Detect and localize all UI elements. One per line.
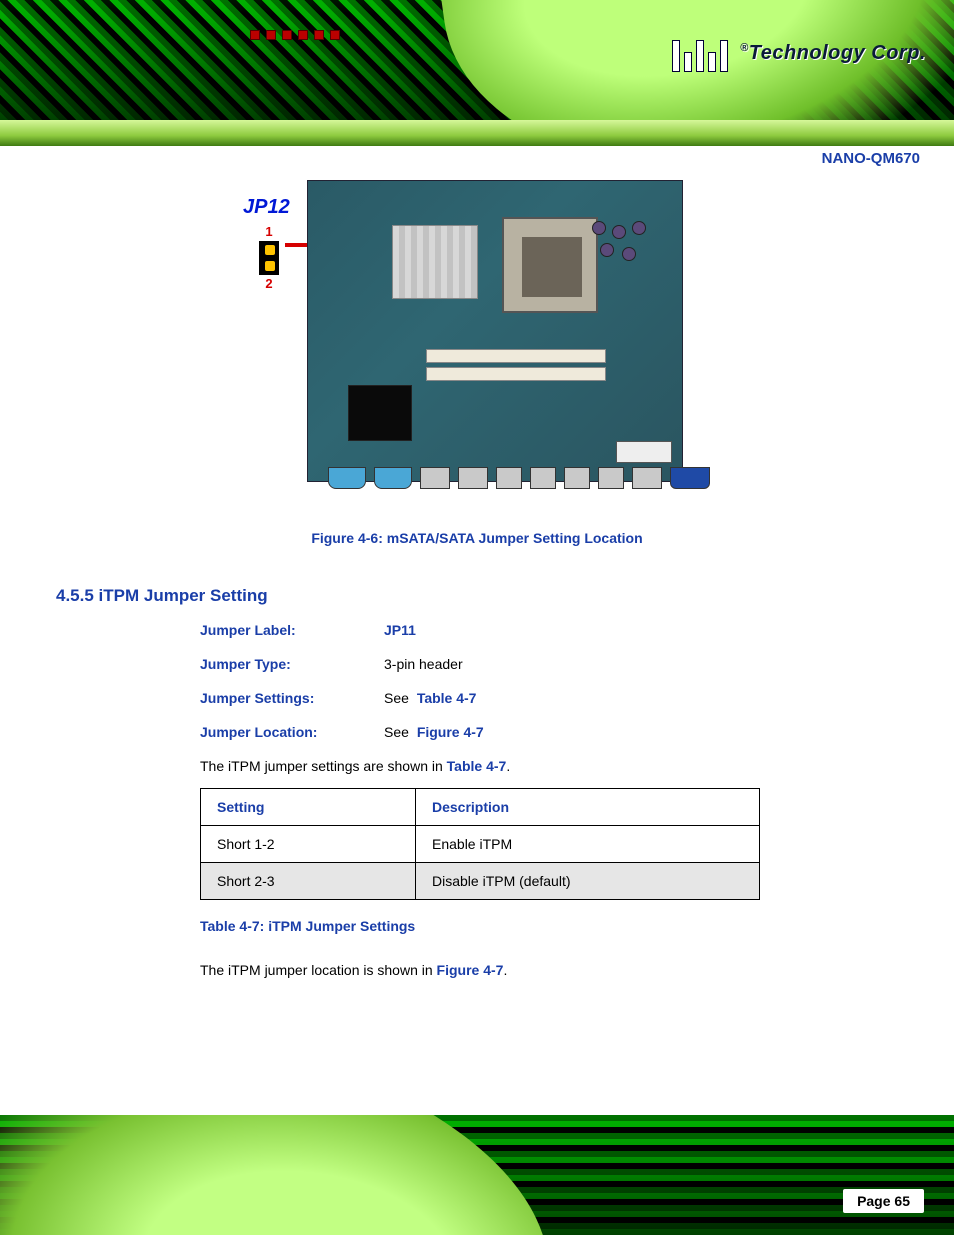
kv-value: See Figure 4-7 <box>384 724 484 740</box>
kv-key: Jumper Type: <box>200 656 384 672</box>
kv-value: JP11 <box>384 622 416 638</box>
page-body: JP12 1 2 <box>0 150 954 992</box>
jumper-icon <box>259 241 279 275</box>
kv-row-type: Jumper Type: 3-pin header <box>200 656 954 672</box>
td-desc: Enable iTPM <box>416 826 760 863</box>
kv-value: 3-pin header <box>384 656 463 672</box>
dimm-slot-icon <box>426 349 606 363</box>
th-setting: Setting <box>201 789 416 826</box>
header-dots <box>250 30 340 40</box>
pin-bottom: 2 <box>259 276 279 292</box>
para-period: . <box>503 962 507 978</box>
table-ref-link[interactable]: Table 4-7 <box>447 758 507 774</box>
section-heading: 4.5.5 iTPM Jumper Setting <box>56 586 954 606</box>
kv-value: See Table 4-7 <box>384 690 476 706</box>
kv-row-label: Jumper Label: JP11 <box>200 622 954 638</box>
location-paragraph: The iTPM jumper location is shown in Fig… <box>200 962 954 978</box>
figure-ref-link[interactable]: Figure 4-7 <box>437 962 504 978</box>
jumper-pin-callout: 1 2 <box>259 224 279 292</box>
table-header-row: Setting Description <box>201 789 760 826</box>
td-setting: Short 2-3 <box>201 863 416 900</box>
brand-text: ®Technology Corp. <box>740 42 926 65</box>
iei-mark-icon <box>672 34 730 72</box>
brand-logo: ®Technology Corp. <box>672 34 926 72</box>
td-desc: Disable iTPM (default) <box>416 863 760 900</box>
settings-paragraph: The iTPM jumper settings are shown in Ta… <box>200 758 954 774</box>
pin-top: 1 <box>259 224 279 240</box>
jumper-info-list: Jumper Label: JP11 Jumper Type: 3-pin he… <box>200 622 954 740</box>
para-text: The iTPM jumper location is shown in <box>200 962 433 978</box>
page-footer: Page 65 <box>0 1115 954 1235</box>
rear-ports-icon <box>328 467 668 491</box>
jumper-label: JP12 <box>243 196 290 219</box>
cpu-socket-icon <box>502 217 598 313</box>
heatsink-icon <box>392 225 478 299</box>
table-ref-link[interactable]: Table 4-7 <box>417 690 477 706</box>
figure-caption: Figure 4-6: mSATA/SATA Jumper Setting Lo… <box>0 530 954 546</box>
section-title: iTPM Jumper Setting <box>99 586 268 605</box>
table-caption: Table 4-7: iTPM Jumper Settings <box>200 918 954 934</box>
th-description: Description <box>416 789 760 826</box>
table-row: Short 2-3 Disable iTPM (default) <box>201 863 760 900</box>
td-setting: Short 1-2 <box>201 826 416 863</box>
para-period: . <box>506 758 510 774</box>
motherboard-figure: JP12 1 2 <box>267 166 687 496</box>
section-number: 4.5.5 <box>56 586 94 605</box>
capacitor-cluster-icon <box>592 221 652 271</box>
page-header: ®Technology Corp. <box>0 0 954 120</box>
pch-chip-icon <box>348 385 412 441</box>
atx-power-icon <box>616 441 672 463</box>
header-band <box>0 120 954 146</box>
kv-key: Jumper Label: <box>200 622 384 638</box>
brand-r: ® <box>740 42 749 54</box>
kv-key: Jumper Settings: <box>200 690 384 706</box>
para-text: The iTPM jumper settings are shown in <box>200 758 443 774</box>
pcb-illustration <box>307 180 683 482</box>
kv-row-settings: Jumper Settings: See Table 4-7 <box>200 690 954 706</box>
kv-row-location: Jumper Location: See Figure 4-7 <box>200 724 954 740</box>
brand-name: Technology Corp. <box>749 42 926 64</box>
page-number: Page 65 <box>843 1189 924 1213</box>
jumper-settings-table: Setting Description Short 1-2 Enable iTP… <box>200 788 760 900</box>
table-row: Short 1-2 Enable iTPM <box>201 826 760 863</box>
kv-key: Jumper Location: <box>200 724 384 740</box>
kv-prefix: See <box>384 690 409 706</box>
figure-ref-link[interactable]: Figure 4-7 <box>417 724 484 740</box>
dimm-slot-icon <box>426 367 606 381</box>
kv-prefix: See <box>384 724 409 740</box>
